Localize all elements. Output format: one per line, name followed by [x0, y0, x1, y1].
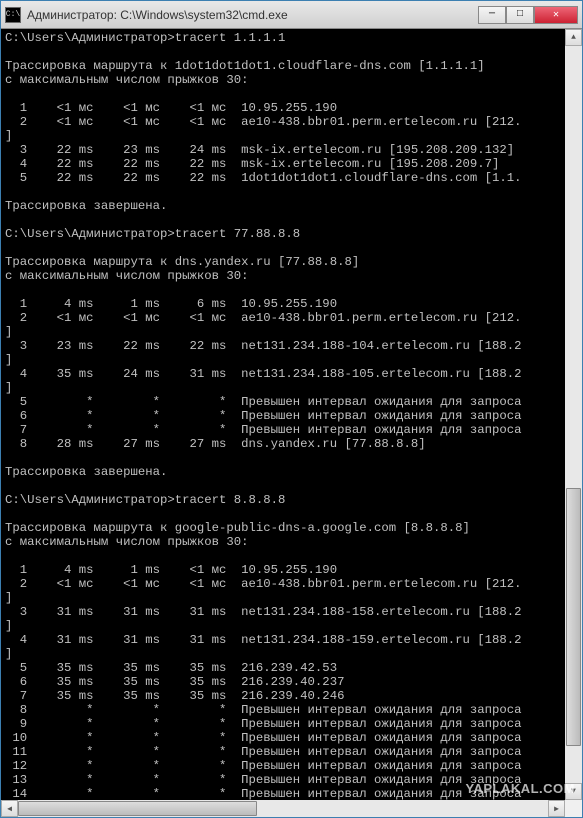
scroll-down-button[interactable]: ▼	[565, 783, 582, 800]
close-button[interactable]: ✕	[534, 6, 578, 24]
scroll-right-button[interactable]: ▶	[548, 800, 565, 817]
horizontal-scrollbar[interactable]: ◀ ▶	[1, 800, 565, 817]
scroll-up-button[interactable]: ▲	[565, 29, 582, 46]
scroll-thumb-v[interactable]	[566, 488, 581, 746]
scroll-track-v[interactable]	[565, 46, 582, 783]
horizontal-scrollbar-wrap: ◀ ▶	[1, 800, 582, 817]
vertical-scrollbar[interactable]: ▲ ▼	[565, 29, 582, 800]
scroll-corner	[565, 800, 582, 817]
scroll-thumb-h[interactable]	[18, 801, 257, 816]
scroll-left-button[interactable]: ◀	[1, 800, 18, 817]
titlebar[interactable]: C:\ Администратор: C:\Windows\system32\c…	[1, 1, 582, 29]
window-title: Администратор: C:\Windows\system32\cmd.e…	[27, 8, 478, 22]
terminal-area: C:\Users\Администратор>tracert 1.1.1.1 Т…	[1, 29, 582, 800]
terminal-output[interactable]: C:\Users\Администратор>tracert 1.1.1.1 Т…	[1, 29, 565, 800]
maximize-button[interactable]: □	[506, 6, 534, 24]
cmd-window: C:\ Администратор: C:\Windows\system32\c…	[0, 0, 583, 818]
window-controls: ─ □ ✕	[478, 6, 578, 24]
minimize-button[interactable]: ─	[478, 6, 506, 24]
cmd-icon: C:\	[5, 7, 21, 23]
scroll-track-h[interactable]	[18, 800, 548, 817]
